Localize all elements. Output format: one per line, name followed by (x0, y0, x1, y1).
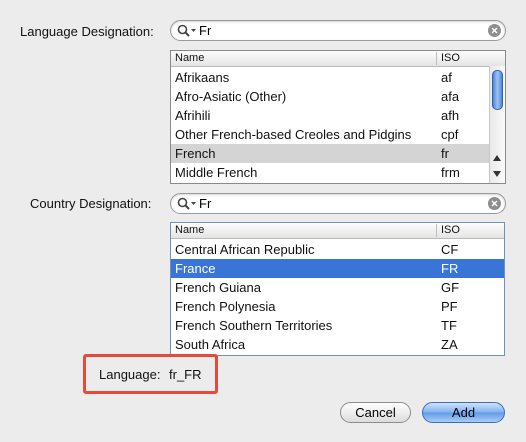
table-row-selected[interactable]: French fr (171, 144, 490, 163)
table-row[interactable]: Afrikaans af (171, 68, 490, 87)
row-iso: afh (441, 108, 460, 123)
table-row[interactable]: Middle French frm (171, 163, 490, 182)
row-name: French (175, 146, 216, 161)
table-row[interactable]: French Southern Territories TF (171, 316, 504, 335)
table-row[interactable]: South Africa ZA (171, 335, 504, 354)
row-name: Afro-Asiatic (Other) (175, 89, 287, 104)
row-iso: fr (441, 146, 449, 161)
country-table-header: Name ISO (171, 223, 504, 239)
table-row-selected[interactable]: France FR (171, 259, 504, 278)
scrollbar-thumb[interactable] (492, 70, 503, 110)
language-table-scrollbar[interactable] (489, 66, 505, 183)
column-header-name[interactable]: Name (175, 52, 204, 64)
row-name: Central African Republic (175, 242, 315, 257)
row-name: Other French-based Creoles and Pidgins (175, 127, 412, 142)
language-table[interactable]: Name ISO Afrikaans af Afro-Asiatic (Othe… (170, 50, 506, 184)
scroll-up-arrow-icon[interactable] (493, 155, 501, 161)
row-iso: CF (441, 242, 459, 257)
language-designation-label: Language Designation: (20, 24, 154, 39)
column-divider (436, 52, 437, 65)
row-name: French Polynesia (175, 299, 276, 314)
table-row[interactable]: Central African Republic CF (171, 240, 504, 259)
row-name: French Southern Territories (175, 318, 333, 333)
table-row[interactable]: Afro-Asiatic (Other) afa (171, 87, 490, 106)
language-result-label: Language: (99, 367, 161, 382)
row-name: Afrikaans (175, 70, 230, 85)
row-iso: ZA (441, 337, 458, 352)
country-search-input[interactable] (199, 196, 499, 211)
search-icon (177, 24, 196, 37)
column-header-name[interactable]: Name (175, 224, 204, 236)
cancel-button[interactable]: Cancel (340, 402, 411, 423)
row-iso: cpf (441, 127, 459, 142)
row-iso: af (441, 70, 452, 85)
row-iso: frm (441, 165, 460, 180)
row-iso: FR (441, 261, 459, 276)
clear-search-icon[interactable] (488, 197, 501, 210)
table-row[interactable]: Other French-based Creoles and Pidgins c… (171, 125, 490, 144)
table-row[interactable]: French Polynesia PF (171, 297, 504, 316)
language-table-header: Name ISO (171, 51, 505, 67)
table-row[interactable]: Afrihili afh (171, 106, 490, 125)
row-name: French Guiana (175, 280, 261, 295)
row-iso: GF (441, 280, 460, 295)
scroll-down-arrow-icon[interactable] (493, 171, 501, 177)
search-icon (177, 197, 196, 210)
table-row[interactable]: French Guiana GF (171, 278, 504, 297)
column-header-iso[interactable]: ISO (441, 52, 460, 64)
column-header-iso[interactable]: ISO (441, 224, 460, 236)
row-name: South Africa (175, 337, 246, 352)
row-iso: afa (441, 89, 460, 104)
row-name: Afrihili (175, 108, 211, 123)
row-name: France (175, 261, 216, 276)
column-divider (436, 224, 437, 237)
country-search-field[interactable] (170, 193, 506, 214)
row-name: Middle French (175, 165, 258, 180)
country-table[interactable]: Name ISO Central African Republic CF Fra… (170, 222, 505, 356)
add-button[interactable]: Add (422, 402, 505, 423)
clear-search-icon[interactable] (488, 24, 501, 37)
language-search-field[interactable] (170, 20, 506, 41)
country-designation-label: Country Designation: (30, 196, 152, 211)
row-iso: PF (441, 299, 458, 314)
row-iso: TF (441, 318, 457, 333)
language-search-input[interactable] (199, 23, 499, 38)
language-result-value: fr_FR (169, 367, 202, 382)
